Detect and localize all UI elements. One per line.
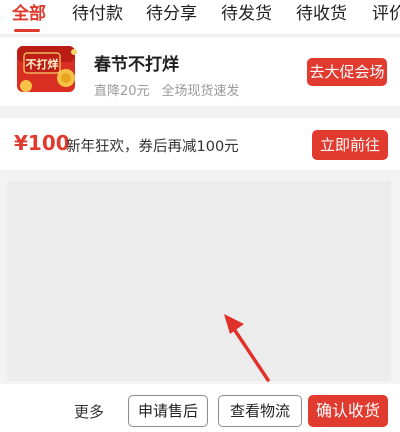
tab-pending-receipt[interactable]: 待收货: [296, 4, 347, 24]
order-action-bar: 更多 申请售后 查看物流 确认收货: [0, 384, 400, 432]
go-to-promo-button[interactable]: 去大促会场: [307, 58, 387, 86]
promo-title: 春节不打烊: [94, 55, 179, 75]
apply-after-sales-button[interactable]: 申请售后: [128, 395, 208, 427]
tab-pending-payment[interactable]: 待付款: [72, 4, 123, 24]
confirm-receipt-button[interactable]: 确认收货: [308, 395, 388, 427]
promo-card: 不打烊 春节不打烊 直降20元 全场现货速发 去大促会场: [0, 38, 400, 106]
tabs-divider: [0, 34, 400, 35]
coupon-description: 新年狂欢，券后再减100元: [66, 139, 239, 155]
order-tabs: 全部 待付款 待分享 待发货 待收货 评价: [0, 0, 400, 34]
red-packet-badge-text: 不打烊: [26, 57, 59, 71]
active-tab-indicator: [14, 29, 40, 32]
coupon-amount: ¥100: [14, 131, 70, 155]
tab-pending-shipment[interactable]: 待发货: [221, 4, 272, 24]
red-packet-icon: 不打烊: [17, 46, 77, 92]
promo-discount-text: 直降20元: [94, 84, 150, 99]
tab-pending-share[interactable]: 待分享: [146, 4, 197, 24]
more-button[interactable]: 更多: [74, 401, 104, 422]
view-logistics-button[interactable]: 查看物流: [218, 395, 302, 427]
promo-shipping-text: 全场现货速发: [161, 84, 240, 99]
tab-review[interactable]: 评价: [372, 4, 400, 24]
arrow-annotation-icon: [224, 314, 270, 382]
tab-all[interactable]: 全部: [12, 4, 46, 24]
order-content-area: [7, 181, 391, 381]
go-now-button[interactable]: 立即前往: [312, 130, 388, 160]
coupon-card: ¥100 新年狂欢，券后再减100元 立即前往: [0, 118, 400, 170]
promo-subtitle: 直降20元 全场现货速发: [94, 80, 252, 99]
